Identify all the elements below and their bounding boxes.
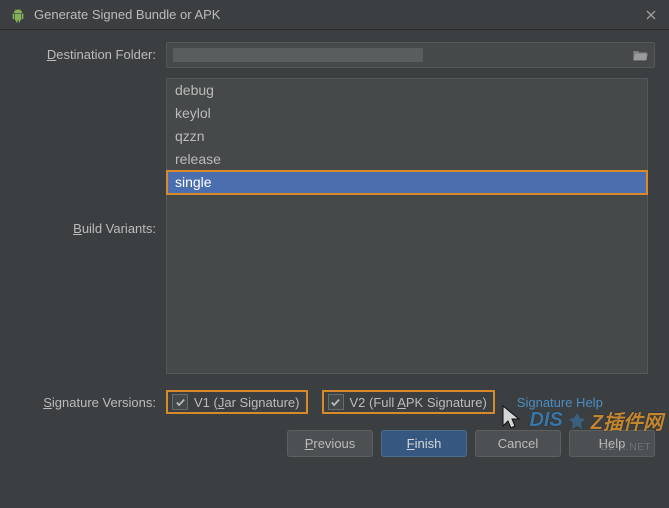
checkbox-icon bbox=[172, 394, 188, 410]
dialog-button-row: Previous Finish Cancel Help DIS Z插件网 DZ-… bbox=[0, 414, 669, 467]
v1-label: V1 (Jar Signature) bbox=[194, 395, 300, 410]
close-icon[interactable] bbox=[641, 5, 661, 25]
titlebar: Generate Signed Bundle or APK bbox=[0, 0, 669, 30]
signature-versions-label: Signature Versions: bbox=[14, 395, 166, 410]
previous-button[interactable]: Previous bbox=[287, 430, 373, 457]
build-variants-list[interactable]: debugkeylolqzznreleasesingle bbox=[166, 78, 648, 374]
variant-item-qzzn[interactable]: qzzn bbox=[167, 125, 647, 148]
variant-item-release[interactable]: release bbox=[167, 148, 647, 171]
destination-path-redacted bbox=[173, 48, 423, 62]
destination-folder-input[interactable] bbox=[166, 42, 655, 68]
build-variants-label: Build Variants: bbox=[14, 78, 166, 240]
android-icon bbox=[10, 7, 26, 23]
v1-jar-signature-checkbox[interactable]: V1 (Jar Signature) bbox=[166, 390, 308, 414]
browse-folder-icon[interactable] bbox=[632, 48, 648, 62]
variant-item-debug[interactable]: debug bbox=[167, 79, 647, 102]
signature-help-link[interactable]: Signature Help bbox=[517, 395, 603, 410]
destination-folder-label: Destination Folder: bbox=[14, 44, 166, 66]
cancel-button[interactable]: Cancel bbox=[475, 430, 561, 457]
window-title: Generate Signed Bundle or APK bbox=[34, 7, 641, 22]
finish-button[interactable]: Finish bbox=[381, 430, 467, 457]
v2-full-apk-signature-checkbox[interactable]: V2 (Full APK Signature) bbox=[322, 390, 495, 414]
help-button[interactable]: Help bbox=[569, 430, 655, 457]
variant-item-keylol[interactable]: keylol bbox=[167, 102, 647, 125]
checkbox-icon bbox=[328, 394, 344, 410]
variant-item-single[interactable]: single bbox=[167, 171, 647, 194]
watermark-logo-icon bbox=[567, 411, 587, 431]
v2-label: V2 (Full APK Signature) bbox=[350, 395, 487, 410]
